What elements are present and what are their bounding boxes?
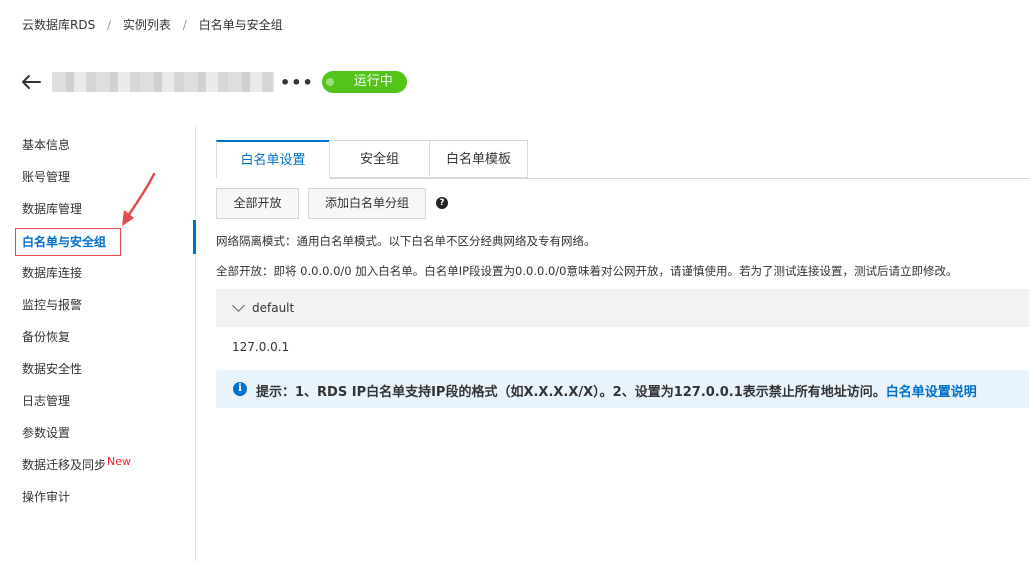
open-all-button[interactable]: 全部开放	[216, 188, 299, 219]
sidebar-item-databases[interactable]: 数据库管理	[22, 200, 82, 217]
network-mode-text: 网络隔离模式：通用白名单模式。以下白名单不区分经典网络及专有网络。	[216, 234, 596, 248]
tab-bar: 白名单设置 安全组 白名单模板	[216, 140, 1029, 179]
breadcrumb-item-instance-list[interactable]: 实例列表	[123, 16, 171, 33]
sidebar-item-backup[interactable]: 备份恢复	[22, 328, 70, 345]
breadcrumb: 云数据库RDS / 实例列表 / 白名单与安全组	[22, 16, 283, 33]
breadcrumb-item-current: 白名单与安全组	[198, 18, 283, 32]
instance-name-redacted	[52, 72, 274, 92]
new-badge: New	[107, 455, 132, 468]
tab-whitelist-template[interactable]: 白名单模板	[429, 140, 528, 178]
help-icon[interactable]: ?	[436, 197, 448, 209]
tip-text: 提示：1、RDS IP白名单支持IP段的格式（如X.X.X.X/X）。2、设置为…	[256, 385, 886, 400]
sidebar-item-data-security[interactable]: 数据安全性	[22, 360, 82, 377]
sidebar-item-db-connection[interactable]: 数据库连接	[22, 264, 82, 281]
sidebar-item-accounts[interactable]: 账号管理	[22, 168, 70, 185]
breadcrumb-item-rds[interactable]: 云数据库RDS	[22, 16, 95, 33]
more-icon[interactable]: •••	[280, 73, 314, 92]
back-arrow-icon[interactable]	[20, 71, 42, 93]
whitelist-ip-value: 127.0.0.1	[232, 340, 290, 354]
sidebar-item-audit[interactable]: 操作审计	[22, 488, 70, 505]
whitelist-help-link[interactable]: 白名单设置说明	[886, 385, 977, 400]
status-badge: 运行中	[321, 71, 407, 93]
sidebar-item-logs[interactable]: 日志管理	[22, 392, 70, 409]
instance-header: ••• 运行中	[20, 66, 407, 98]
sidebar-item-monitoring[interactable]: 监控与报警	[22, 296, 82, 313]
annotation-arrow-icon	[122, 172, 156, 226]
tab-security-group[interactable]: 安全组	[329, 140, 430, 178]
status-text: 运行中	[353, 74, 393, 89]
tip-text-wrapper: 提示：1、RDS IP白名单支持IP段的格式（如X.X.X.X/X）。2、设置为…	[256, 381, 977, 400]
info-icon: i	[233, 382, 247, 396]
group-name: default	[252, 301, 295, 315]
sidebar-item-migration[interactable]: 数据迁移及同步New	[22, 455, 132, 473]
sidebar-item-basic-info[interactable]: 基本信息	[22, 136, 70, 153]
open-all-note-text: 全部开放：即将 0.0.0.0/0 加入白名单。白名单IP段设置为0.0.0.0…	[216, 264, 958, 278]
sidebar-item-parameters[interactable]: 参数设置	[22, 424, 70, 441]
add-whitelist-group-button[interactable]: 添加白名单分组	[308, 188, 426, 219]
breadcrumb-separator: /	[182, 18, 187, 32]
sidebar-item-label: 数据迁移及同步	[22, 458, 107, 472]
sidebar-item-whitelist-security[interactable]: 白名单与安全组	[15, 228, 121, 256]
tab-whitelist-settings[interactable]: 白名单设置	[216, 140, 330, 179]
whitelist-group-header[interactable]: default	[216, 289, 1029, 327]
tip-banner: i 提示：1、RDS IP白名单支持IP段的格式（如X.X.X.X/X）。2、设…	[216, 370, 1029, 408]
sidebar-nav: 基本信息 账号管理 数据库管理 白名单与安全组 数据库连接 监控与报警 备份恢复…	[0, 126, 196, 561]
sidebar-active-indicator	[193, 220, 196, 254]
chevron-down-icon[interactable]	[232, 299, 245, 312]
breadcrumb-separator: /	[107, 18, 112, 32]
